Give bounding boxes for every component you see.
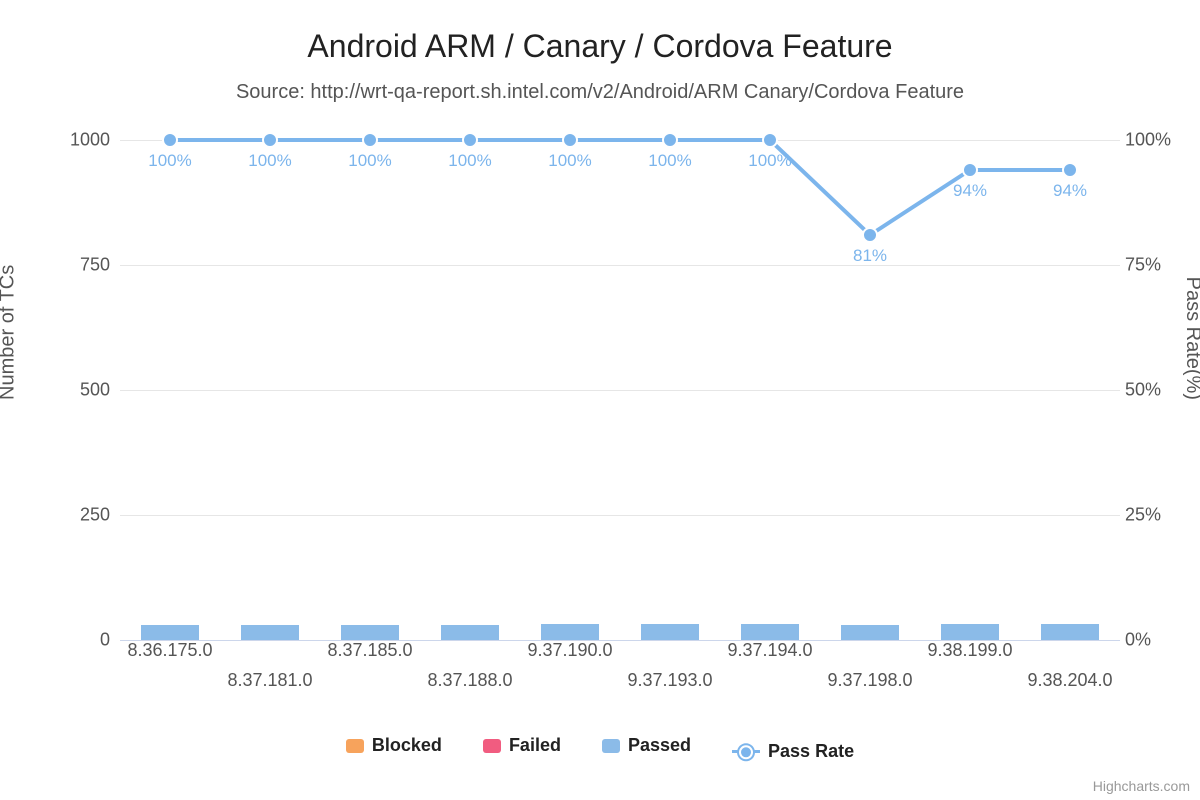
line-marker-icon	[732, 750, 760, 753]
pass-rate-point[interactable]	[163, 133, 177, 147]
pass-rate-label: 100%	[248, 151, 291, 170]
y-axis-left-ticks: 02505007501000	[0, 140, 110, 640]
x-tick: 9.38.204.0	[1027, 670, 1112, 691]
line-series: 100% 100% 100% 100% 100% 100% 100% 81% 94% 94%	[120, 140, 1120, 640]
y-tick-right: 50%	[1125, 380, 1200, 401]
chart-container: Android ARM / Canary / Cordova Feature S…	[0, 0, 1200, 800]
y-tick-right: 25%	[1125, 505, 1200, 526]
x-tick: 9.37.194.0	[727, 640, 812, 661]
x-tick: 9.38.199.0	[927, 640, 1012, 661]
pass-rate-point[interactable]	[263, 133, 277, 147]
chart-subtitle: Source: http://wrt-qa-report.sh.intel.co…	[0, 81, 1200, 104]
legend-item-passrate[interactable]: Pass Rate	[732, 741, 854, 762]
pass-rate-point[interactable]	[763, 133, 777, 147]
legend: Blocked Failed Passed Pass Rate	[0, 735, 1200, 762]
x-tick: 8.37.188.0	[427, 670, 512, 691]
legend-item-failed[interactable]: Failed	[483, 735, 561, 756]
y-axis-right-ticks: 0%25%50%75%100%	[1125, 140, 1200, 640]
x-tick: 8.37.181.0	[227, 670, 312, 691]
y-tick-right: 0%	[1125, 630, 1200, 651]
square-icon	[602, 739, 620, 753]
legend-label: Failed	[509, 735, 561, 756]
pass-rate-point[interactable]	[563, 133, 577, 147]
x-tick: 8.36.175.0	[127, 640, 212, 661]
legend-label: Pass Rate	[768, 741, 854, 762]
pass-rate-point[interactable]	[963, 163, 977, 177]
square-icon	[346, 739, 364, 753]
pass-rate-label: 100%	[148, 151, 191, 170]
square-icon	[483, 739, 501, 753]
x-tick: 8.37.185.0	[327, 640, 412, 661]
y-tick-left: 750	[0, 255, 110, 276]
credits-link[interactable]: Highcharts.com	[1093, 778, 1190, 794]
y-tick-right: 75%	[1125, 255, 1200, 276]
legend-item-blocked[interactable]: Blocked	[346, 735, 442, 756]
pass-rate-label: 100%	[748, 151, 791, 170]
pass-rate-label: 100%	[648, 151, 691, 170]
pass-rate-label: 100%	[448, 151, 491, 170]
y-tick-right: 100%	[1125, 130, 1200, 151]
pass-rate-label: 94%	[1053, 181, 1087, 200]
pass-rate-label: 94%	[953, 181, 987, 200]
y-tick-left: 0	[0, 630, 110, 651]
x-tick: 9.37.198.0	[827, 670, 912, 691]
pass-rate-label: 81%	[853, 246, 887, 265]
legend-label: Passed	[628, 735, 691, 756]
pass-rate-label: 100%	[548, 151, 591, 170]
pass-rate-point[interactable]	[1063, 163, 1077, 177]
chart-title: Android ARM / Canary / Cordova Feature	[0, 0, 1200, 65]
pass-rate-point[interactable]	[863, 228, 877, 242]
y-tick-left: 1000	[0, 130, 110, 151]
legend-item-passed[interactable]: Passed	[602, 735, 691, 756]
pass-rate-line[interactable]	[170, 140, 1070, 235]
pass-rate-point[interactable]	[363, 133, 377, 147]
x-tick: 9.37.190.0	[527, 640, 612, 661]
pass-rate-point[interactable]	[463, 133, 477, 147]
y-tick-left: 250	[0, 505, 110, 526]
x-axis-ticks: 8.36.175.0 8.37.181.0 8.37.185.0 8.37.188.0…	[120, 640, 1120, 720]
pass-rate-point[interactable]	[663, 133, 677, 147]
x-tick: 9.37.193.0	[627, 670, 712, 691]
y-tick-left: 500	[0, 380, 110, 401]
pass-rate-label: 100%	[348, 151, 391, 170]
plot-area: 100% 100% 100% 100% 100% 100% 100% 81% 94% 94%	[120, 140, 1120, 640]
legend-label: Blocked	[372, 735, 442, 756]
